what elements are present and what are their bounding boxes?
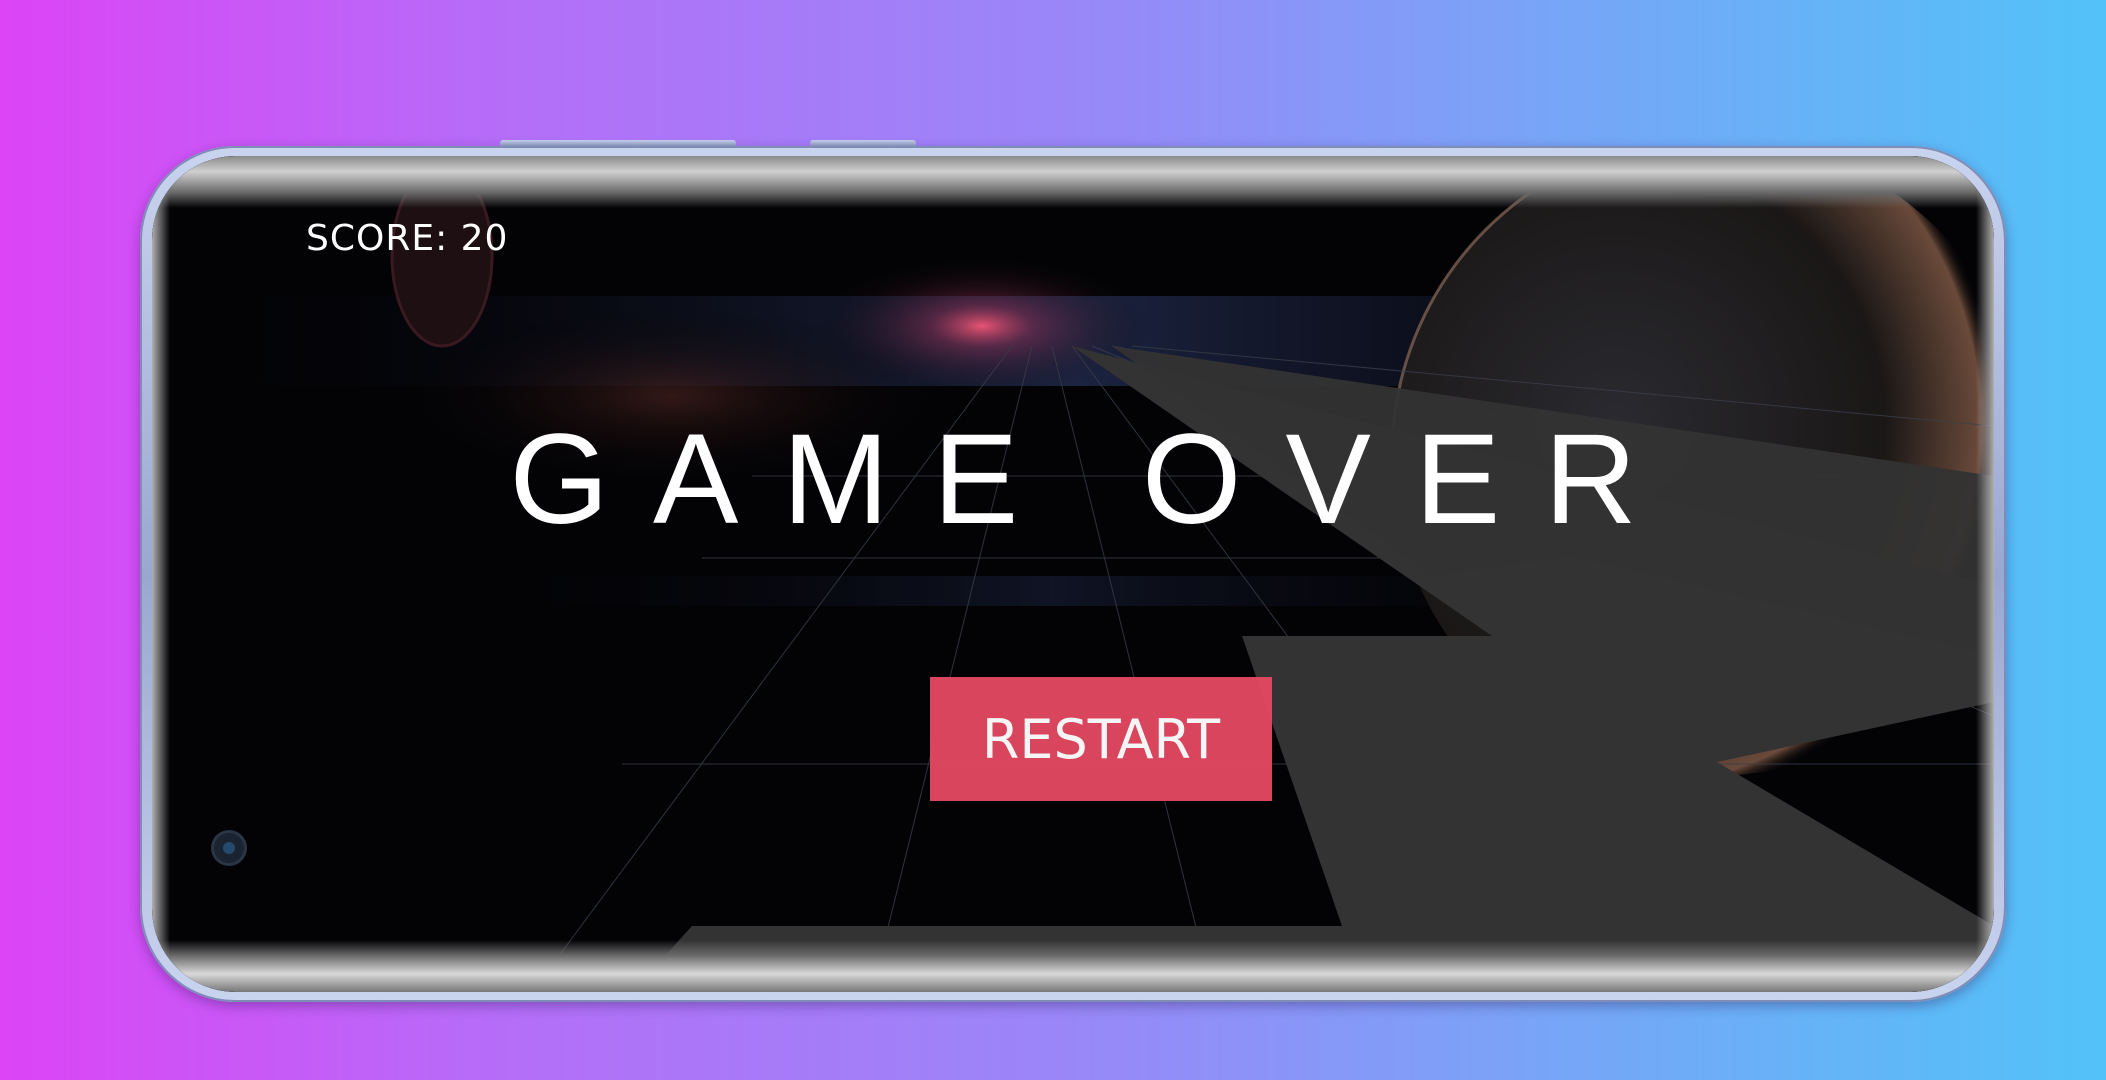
game-over-title: GAME OVER bbox=[509, 408, 1681, 551]
restart-button[interactable]: RESTART bbox=[930, 677, 1272, 801]
game-screen: SCORE: 20 GAME OVER RESTART bbox=[152, 156, 1994, 992]
phone-frame: SCORE: 20 GAME OVER RESTART bbox=[140, 146, 2006, 1002]
space-background bbox=[152, 156, 1994, 992]
score-label: SCORE: 20 bbox=[306, 218, 509, 259]
front-camera-icon bbox=[214, 833, 244, 863]
